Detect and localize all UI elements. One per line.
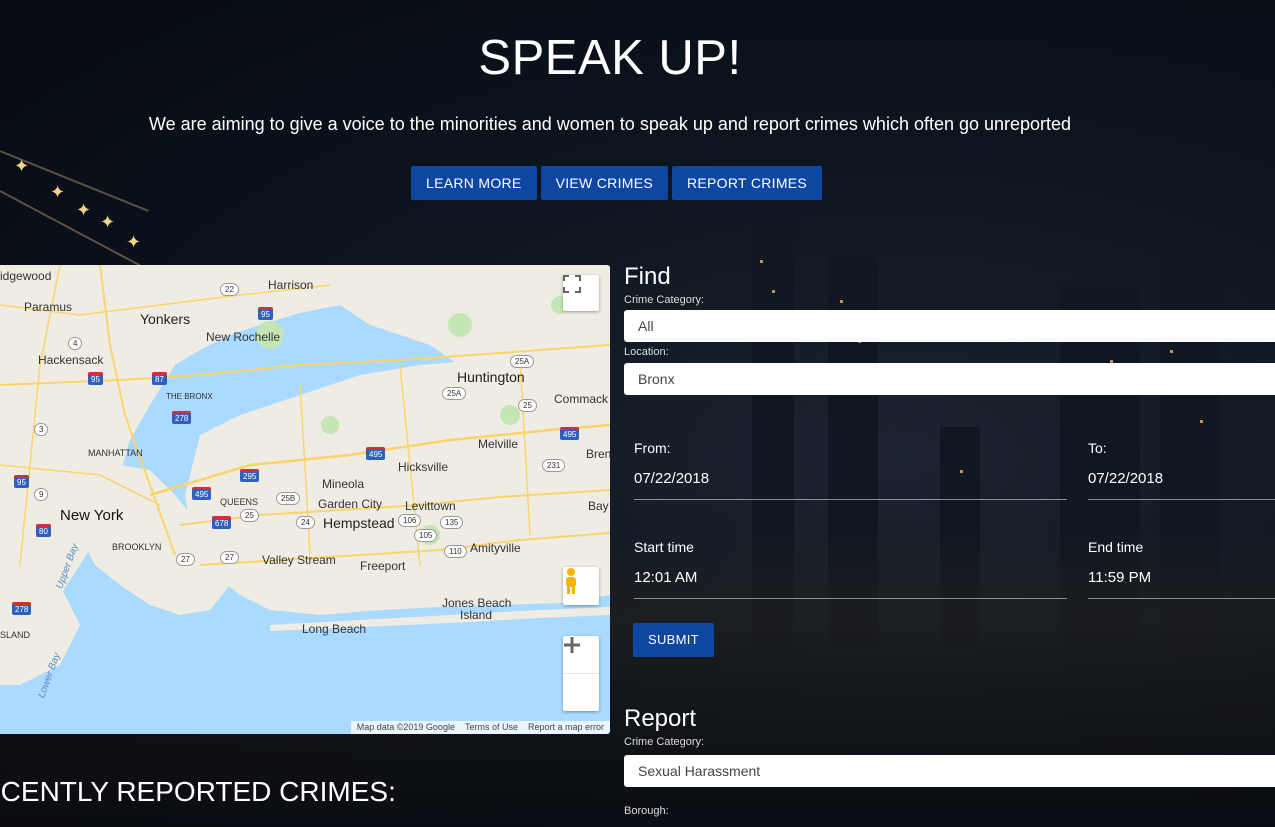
highway-shield: 295 bbox=[240, 469, 260, 482]
page-title: SPEAK UP! bbox=[478, 31, 742, 85]
route-marker: 135 bbox=[440, 516, 464, 529]
to-date-input[interactable]: 07/22/2018 bbox=[1088, 470, 1275, 487]
route-marker: 231 bbox=[542, 459, 566, 472]
start-time-input[interactable]: 12:01 AM bbox=[634, 569, 1067, 586]
learn-more-button[interactable]: LEARN MORE bbox=[411, 166, 537, 200]
location-label: Location: bbox=[624, 346, 669, 358]
highway-shield: 95 bbox=[88, 372, 103, 385]
find-report-panel: Find Crime Category: All Location: Bronx… bbox=[624, 262, 1275, 817]
pegman-icon bbox=[566, 568, 576, 594]
map-label-ridgewood: idgewood bbox=[0, 269, 52, 283]
map-label-harrison: Harrison bbox=[268, 278, 314, 292]
zoom-out-button[interactable] bbox=[563, 643, 599, 711]
highway-shield: 87 bbox=[152, 372, 167, 385]
to-date-field[interactable]: To: 07/22/2018 bbox=[1088, 440, 1275, 500]
highway-shield: 80 bbox=[36, 524, 51, 537]
report-category-label: Crime Category: bbox=[624, 736, 705, 748]
route-marker: 25A bbox=[442, 387, 467, 400]
highway-shield: 278 bbox=[12, 602, 32, 615]
report-heading: Report bbox=[624, 705, 697, 732]
from-label: From: bbox=[634, 440, 671, 456]
zoom-control bbox=[563, 636, 599, 711]
map-label-mineola: Mineola bbox=[322, 477, 365, 491]
find-category-label: Crime Category: bbox=[624, 294, 705, 306]
start-time-field[interactable]: Start time 12:01 AM bbox=[634, 539, 1067, 599]
map-label-long-beach: Long Beach bbox=[302, 622, 367, 636]
end-time-label: End time bbox=[1088, 539, 1144, 555]
borough-label: Borough: bbox=[624, 805, 669, 817]
report-section: Report Crime Category: Sexual Harassment… bbox=[624, 704, 1275, 817]
map-label-the-bronx: THE BRONX bbox=[166, 392, 213, 401]
highway-shield: 678 bbox=[212, 516, 232, 529]
route-marker: 27 bbox=[220, 551, 239, 564]
map-label-paramus: Paramus bbox=[24, 300, 73, 314]
map-footer: Map data ©2019 Google Terms of Use Repor… bbox=[350, 721, 610, 734]
find-heading: Find bbox=[624, 263, 671, 290]
fullscreen-icon bbox=[563, 275, 581, 293]
map-label-yonkers: Yonkers bbox=[140, 311, 191, 327]
location-select[interactable]: Bronx bbox=[624, 363, 1275, 395]
end-time-field[interactable]: End time 11:59 PM bbox=[1088, 539, 1275, 599]
minus-icon bbox=[564, 643, 580, 647]
hero-subtitle: We are aiming to give a voice to the min… bbox=[148, 114, 1072, 134]
hero-button-group: LEARN MORE VIEW CRIMES REPORT CRIMES bbox=[411, 166, 823, 200]
map-label-bay: Bay bbox=[588, 499, 609, 513]
highway-shield: 495 bbox=[192, 487, 212, 500]
route-marker: 27 bbox=[176, 553, 195, 566]
highway-shield: 495 bbox=[366, 447, 386, 460]
submit-button[interactable]: SUBMIT bbox=[633, 623, 714, 657]
map-label-hackensack: Hackensack bbox=[38, 353, 104, 367]
route-marker: 24 bbox=[296, 516, 315, 529]
route-marker: 25 bbox=[518, 399, 537, 412]
map-data-credit: Map data ©2019 Google bbox=[356, 722, 455, 732]
view-crimes-button[interactable]: VIEW CRIMES bbox=[540, 166, 668, 200]
route-marker: 106 bbox=[398, 514, 422, 527]
highway-shield: 278 bbox=[172, 411, 192, 424]
map-label-amityville: Amityville bbox=[470, 541, 521, 555]
map-label-hempstead: Hempstead bbox=[323, 515, 395, 531]
find-category-select[interactable]: All bbox=[624, 310, 1275, 342]
map-label-queens: QUEENS bbox=[220, 497, 259, 507]
from-date-input[interactable]: 07/22/2018 bbox=[634, 470, 1067, 487]
route-marker: 105 bbox=[414, 529, 438, 542]
start-time-label: Start time bbox=[634, 539, 694, 555]
route-marker: 25 bbox=[240, 509, 259, 522]
map-label-melville: Melville bbox=[478, 437, 519, 451]
to-label: To: bbox=[1088, 440, 1107, 456]
report-crimes-button[interactable]: REPORT CRIMES bbox=[672, 166, 823, 200]
map-label-valley-stream: Valley Stream bbox=[262, 553, 336, 567]
route-marker: 110 bbox=[444, 545, 467, 558]
terms-of-use-link[interactable]: Terms of Use bbox=[465, 721, 518, 734]
map-label-sland: SLAND bbox=[0, 630, 31, 640]
map-label-huntington: Huntington bbox=[457, 369, 525, 385]
map-label-island: Island bbox=[460, 608, 493, 622]
highway-shield: 95 bbox=[258, 307, 273, 320]
route-marker: 25B bbox=[276, 492, 301, 505]
route-marker: 25A bbox=[510, 355, 535, 368]
map-label-garden-city: Garden City bbox=[318, 497, 383, 511]
map-label-hicksville: Hicksville bbox=[398, 460, 449, 474]
map-label-manhattan: MANHATTAN bbox=[88, 448, 143, 458]
map-label-levittown: Levittown bbox=[405, 499, 456, 513]
route-marker: 22 bbox=[220, 283, 239, 296]
google-map[interactable]: idgewood Paramus Yonkers New Rochelle Ha… bbox=[0, 265, 610, 734]
map-label-brooklyn: BROOKLYN bbox=[112, 542, 162, 552]
report-map-error-link[interactable]: Report a map error bbox=[528, 721, 604, 734]
highway-shield: 495 bbox=[560, 427, 580, 440]
pegman-street-view-button[interactable] bbox=[563, 567, 599, 605]
recent-crimes-heading: ECENTLY REPORTED CRIMES: bbox=[0, 776, 396, 807]
map-label-brent: Brent bbox=[586, 447, 610, 461]
map-label-new-rochelle: New Rochelle bbox=[206, 330, 281, 344]
highway-shield: 95 bbox=[14, 475, 29, 488]
map-label-new-york: New York bbox=[60, 507, 124, 524]
from-date-field[interactable]: From: 07/22/2018 bbox=[634, 440, 1067, 500]
end-time-input[interactable]: 11:59 PM bbox=[1088, 569, 1275, 586]
map-label-freeport: Freeport bbox=[360, 559, 406, 573]
report-category-select[interactable]: Sexual Harassment bbox=[624, 755, 1275, 787]
fullscreen-button[interactable] bbox=[563, 275, 599, 311]
map-land bbox=[0, 265, 610, 685]
map-label-commack: Commack bbox=[554, 392, 609, 406]
